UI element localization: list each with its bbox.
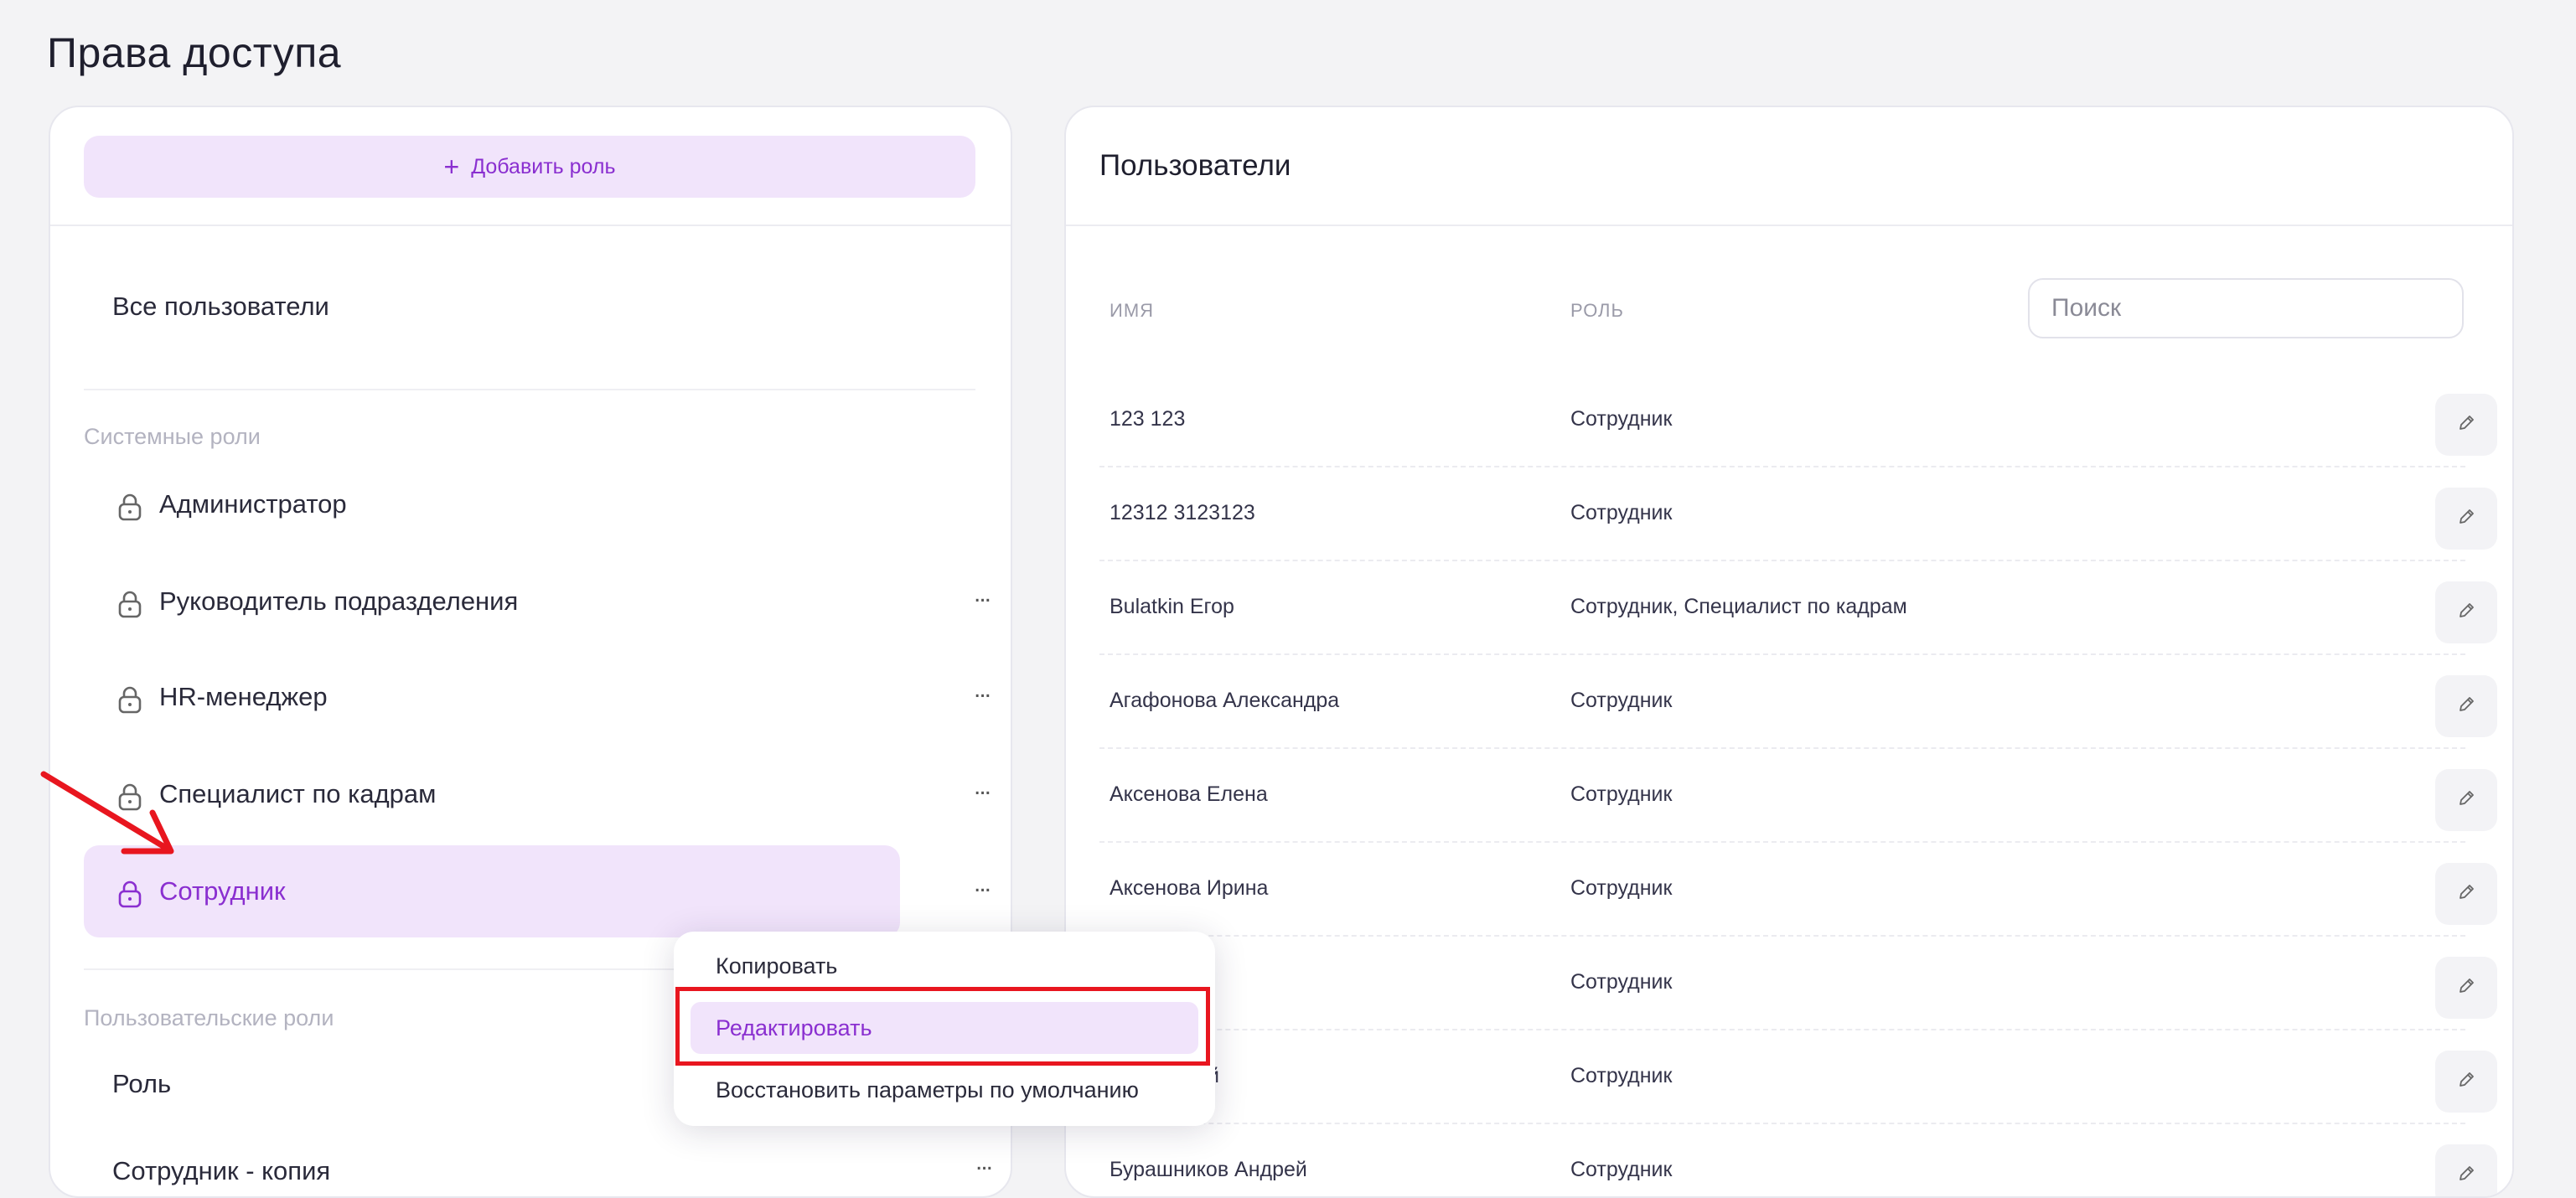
user-name: Bulatkin Егор bbox=[1110, 595, 1234, 618]
user-name: Аксенова Елена bbox=[1110, 782, 1268, 806]
role-more-button[interactable]: ... bbox=[974, 580, 991, 608]
menu-item-copy[interactable]: Копировать bbox=[691, 940, 1198, 992]
pencil-icon bbox=[2457, 789, 2475, 812]
pencil-icon bbox=[2457, 414, 2475, 436]
edit-user-button[interactable] bbox=[2435, 675, 2497, 737]
system-roles-label: Системные роли bbox=[84, 424, 261, 449]
user-role: Сотрудник, Специалист по кадрам bbox=[1570, 595, 1907, 618]
users-panel: Пользователи имя роль 123 123Сотрудник12… bbox=[1064, 106, 2514, 1198]
user-name: Агафонова Александра bbox=[1110, 689, 1340, 712]
role-label: Руководитель подразделения bbox=[159, 586, 519, 616]
lock-icon bbox=[117, 880, 142, 915]
add-role-label: Добавить роль bbox=[471, 154, 616, 178]
table-row: Bulatkin Егор Сотрудник, Специалист по ка… bbox=[1099, 563, 2497, 655]
edit-user-button[interactable] bbox=[2435, 581, 2497, 643]
custom-role-item[interactable]: Сотрудник - копия bbox=[112, 1156, 330, 1186]
role-item[interactable]: Администратор bbox=[84, 471, 975, 538]
user-role: Сотрудник bbox=[1570, 782, 1673, 806]
pencil-icon bbox=[2457, 977, 2475, 999]
role-label: HR-менеджер bbox=[159, 682, 328, 711]
edit-user-button[interactable] bbox=[2435, 1144, 2497, 1196]
search-input[interactable] bbox=[2028, 278, 2464, 338]
all-users-item[interactable]: Все пользователи bbox=[112, 292, 329, 322]
role-context-menu: Копировать Редактировать Восстановить па… bbox=[674, 932, 1215, 1126]
edit-user-button[interactable] bbox=[2435, 488, 2497, 550]
users-title: Пользователи bbox=[1099, 149, 1291, 182]
role-item[interactable]: Сотрудник... bbox=[84, 845, 991, 937]
role-item[interactable]: Специалист по кадрам... bbox=[84, 761, 991, 828]
role-more-button[interactable]: ... bbox=[974, 675, 991, 704]
user-name: 12312 3123123 bbox=[1110, 501, 1255, 524]
user-role: Сотрудник bbox=[1570, 501, 1673, 524]
edit-user-button[interactable] bbox=[2435, 957, 2497, 1019]
table-row: Аксенова Елена Сотрудник bbox=[1099, 751, 2497, 843]
edit-user-button[interactable] bbox=[2435, 394, 2497, 456]
pencil-icon bbox=[2457, 1071, 2475, 1093]
lock-icon bbox=[117, 685, 142, 720]
user-role: Сотрудник bbox=[1570, 1064, 1673, 1087]
table-row: дов СергейСотрудник bbox=[1099, 1032, 2497, 1124]
pencil-icon bbox=[2457, 883, 2475, 906]
edit-user-button[interactable] bbox=[2435, 769, 2497, 831]
pencil-icon bbox=[2457, 508, 2475, 530]
menu-item-restore-defaults[interactable]: Восстановить параметры по умолчанию bbox=[691, 1064, 1198, 1116]
page-title: Права доступа bbox=[47, 29, 342, 76]
custom-role-item[interactable]: Роль bbox=[112, 1069, 171, 1099]
pencil-icon bbox=[2457, 695, 2475, 718]
pencil-icon bbox=[2457, 1164, 2475, 1187]
table-row: 123 123 Сотрудник bbox=[1099, 375, 2497, 467]
table-row: Аксенова Ирина Сотрудник bbox=[1099, 844, 2497, 937]
user-name: Бурашников Андрей bbox=[1110, 1158, 1307, 1181]
add-role-button[interactable]: + Добавить роль bbox=[84, 136, 975, 198]
user-role: Сотрудник bbox=[1570, 407, 1673, 431]
role-label: Специалист по кадрам bbox=[159, 779, 437, 808]
column-header-name[interactable]: имя bbox=[1110, 300, 1154, 322]
lock-icon bbox=[117, 590, 142, 625]
user-name: Аксенова Ирина bbox=[1110, 876, 1269, 900]
edit-user-button[interactable] bbox=[2435, 1051, 2497, 1113]
role-more-button[interactable]: ... bbox=[974, 870, 991, 898]
role-more-button[interactable]: ... bbox=[974, 772, 991, 801]
custom-roles-label: Пользовательские роли bbox=[84, 1005, 334, 1030]
table-row: 12312 3123123 Сотрудник bbox=[1099, 469, 2497, 561]
role-label: Администратор bbox=[159, 489, 347, 519]
divider bbox=[50, 225, 1011, 226]
user-role: Сотрудник bbox=[1570, 876, 1673, 900]
table-row: Агафонова Александра Сотрудник bbox=[1099, 657, 2497, 749]
pencil-icon bbox=[2457, 602, 2475, 624]
table-row: велСотрудник bbox=[1099, 938, 2497, 1030]
user-role: Сотрудник bbox=[1570, 1158, 1673, 1181]
menu-item-edit[interactable]: Редактировать bbox=[691, 1002, 1198, 1054]
table-row: Бурашников Андрей Сотрудник bbox=[1099, 1126, 2497, 1196]
user-role: Сотрудник bbox=[1570, 970, 1673, 994]
column-header-role[interactable]: роль bbox=[1570, 300, 1624, 322]
role-item[interactable]: Руководитель подразделения... bbox=[84, 568, 991, 635]
role-label: Сотрудник bbox=[159, 876, 286, 906]
plus-icon: + bbox=[443, 152, 460, 182]
divider bbox=[1066, 225, 2512, 226]
lock-icon bbox=[117, 782, 142, 818]
role-more-button[interactable]: ... bbox=[975, 1148, 993, 1176]
role-item[interactable]: HR-менеджер... bbox=[84, 664, 991, 731]
edit-user-button[interactable] bbox=[2435, 863, 2497, 925]
user-name: 123 123 bbox=[1110, 407, 1186, 431]
user-role: Сотрудник bbox=[1570, 689, 1673, 712]
lock-icon bbox=[117, 493, 142, 528]
divider bbox=[84, 389, 975, 390]
